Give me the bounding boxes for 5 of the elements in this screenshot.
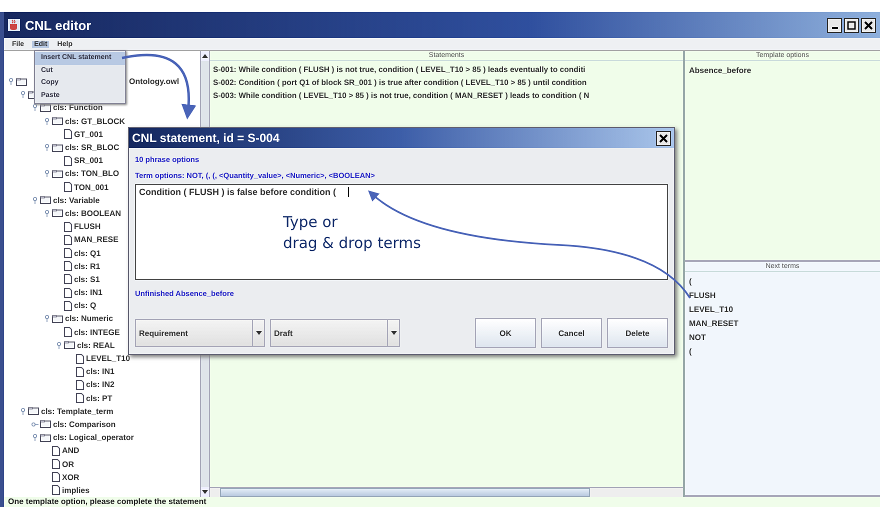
status-bar: One template option, please complete the statement: [4, 497, 880, 507]
annotation-text: drag & drop terms: [283, 233, 421, 254]
window-title: CNL editor: [25, 18, 92, 32]
dialog-title: CNL statement, id = S-004: [132, 131, 280, 145]
annotation-text: Type or: [283, 212, 339, 233]
